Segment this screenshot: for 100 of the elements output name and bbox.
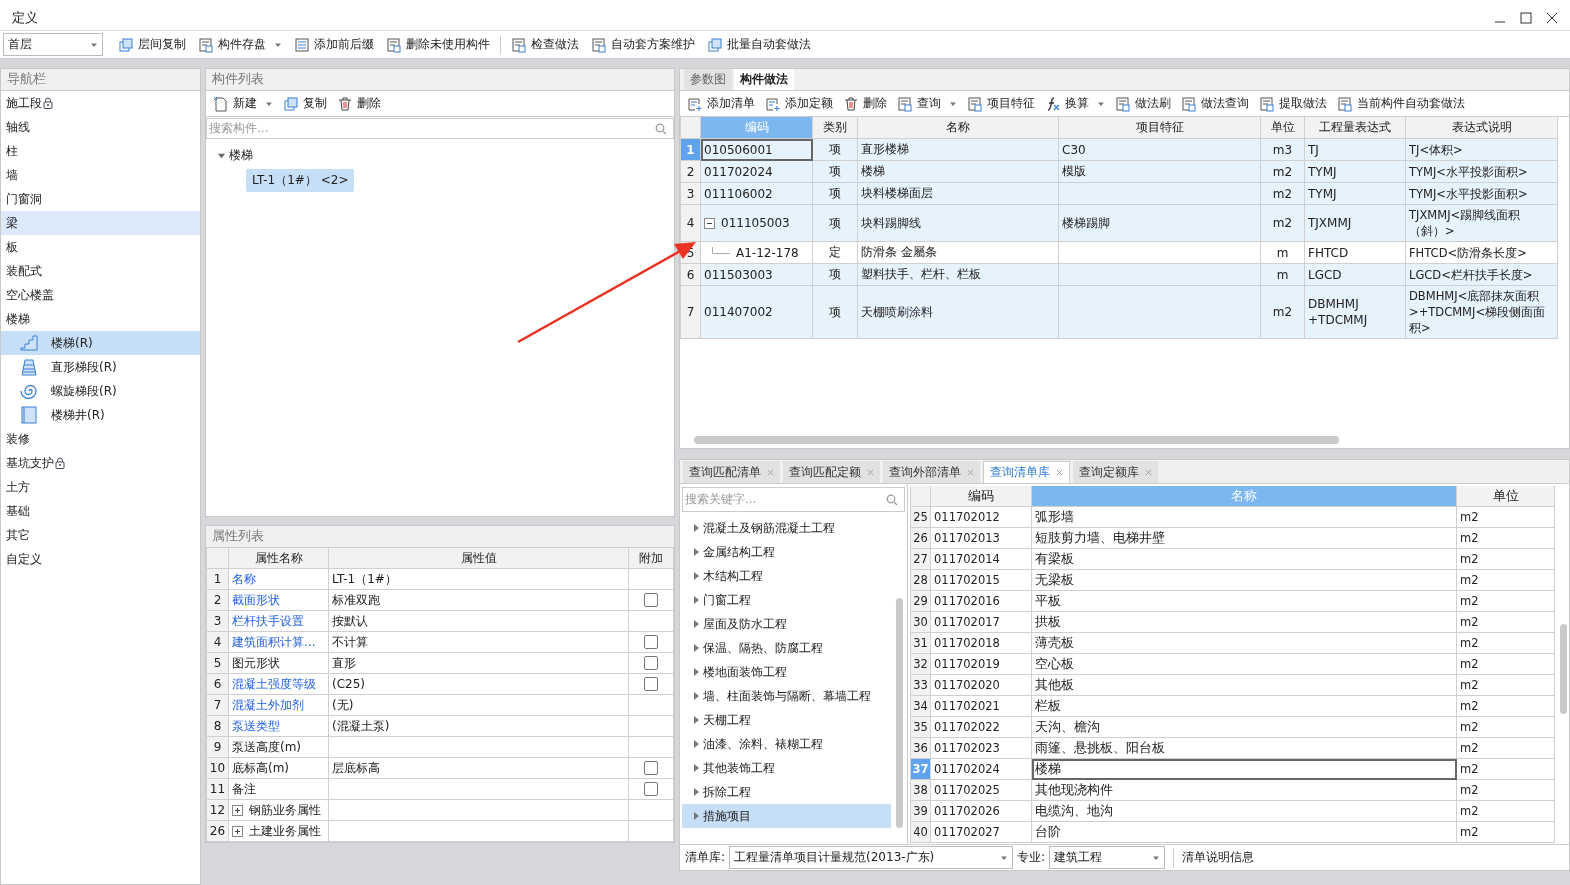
- checkbox[interactable]: [644, 656, 658, 670]
- category-item[interactable]: 墙、柱面装饰与隔断、幕墙工程: [682, 684, 891, 708]
- category-item[interactable]: 屋面及防水工程: [682, 612, 891, 636]
- toolbar-button[interactable]: 自动套方案维护: [586, 32, 700, 57]
- row-number[interactable]: 32: [911, 654, 931, 675]
- row-number[interactable]: 29: [911, 591, 931, 612]
- row-number[interactable]: 28: [911, 570, 931, 591]
- row-number[interactable]: 7: [681, 286, 701, 339]
- nav-subitem[interactable]: 螺旋梯段(R): [1, 379, 200, 403]
- toolbar-button[interactable]: 添加清单: [682, 91, 760, 116]
- scrollbar[interactable]: [896, 598, 903, 828]
- category-item[interactable]: 混凝土及钢筋混凝土工程: [682, 516, 891, 540]
- toolbar-button[interactable]: 复制: [278, 91, 332, 116]
- toolbar-button[interactable]: 做法刷: [1110, 91, 1176, 116]
- toolbar-button[interactable]: 做法查询: [1176, 91, 1254, 116]
- tab[interactable]: 查询清单库: [983, 461, 1070, 483]
- toolbar-button[interactable]: 检查做法: [506, 32, 584, 57]
- tab[interactable]: 查询定额库: [1073, 461, 1158, 483]
- category-item[interactable]: 木结构工程: [682, 564, 891, 588]
- column-header[interactable]: 类别: [813, 117, 858, 139]
- checkbox[interactable]: [644, 635, 658, 649]
- nav-item[interactable]: 梁: [1, 211, 200, 235]
- tab[interactable]: 参数图: [684, 69, 732, 90]
- row-number[interactable]: 31: [911, 633, 931, 654]
- expand-triangle-icon[interactable]: [694, 668, 699, 676]
- expand-triangle-icon[interactable]: [694, 524, 699, 532]
- category-item[interactable]: 金属结构工程: [682, 540, 891, 564]
- expand-triangle-icon[interactable]: [694, 548, 699, 556]
- toolbar-button[interactable]: 删除: [332, 91, 386, 116]
- row-number[interactable]: 30: [911, 612, 931, 633]
- toolbar-button[interactable]: 项目特征: [962, 91, 1040, 116]
- nav-item[interactable]: 门窗洞: [1, 187, 200, 211]
- toolbar-button[interactable]: 提取做法: [1254, 91, 1332, 116]
- category-item[interactable]: 拆除工程: [682, 780, 891, 804]
- expand-icon[interactable]: [232, 825, 243, 837]
- maximize-icon[interactable]: [1520, 11, 1532, 24]
- nav-item[interactable]: 其它: [1, 523, 200, 547]
- toolbar-button[interactable]: 添加定额: [760, 91, 838, 116]
- row-number[interactable]: 25: [911, 507, 931, 528]
- column-header[interactable]: 单位: [1261, 117, 1305, 139]
- expand-icon[interactable]: [232, 804, 243, 816]
- toolbar-button[interactable]: 删除未使用构件: [381, 32, 495, 57]
- expand-triangle-icon[interactable]: [694, 596, 699, 604]
- row-number[interactable]: 35: [911, 717, 931, 738]
- row-number[interactable]: 39: [911, 801, 931, 822]
- expand-triangle-icon[interactable]: [694, 620, 699, 628]
- row-number[interactable]: 4: [681, 205, 701, 242]
- category-item[interactable]: 门窗工程: [682, 588, 891, 612]
- row-number[interactable]: 6: [681, 264, 701, 286]
- scrollbar[interactable]: [694, 436, 1339, 444]
- expand-triangle-icon[interactable]: [694, 764, 699, 772]
- nav-item[interactable]: 基坑支护: [1, 451, 200, 475]
- checkbox[interactable]: [644, 782, 658, 796]
- nav-subitem[interactable]: 楼梯(R): [1, 331, 200, 355]
- nav-item[interactable]: 轴线: [1, 115, 200, 139]
- nav-subitem[interactable]: 楼梯井(R): [1, 403, 200, 427]
- toolbar-button[interactable]: 批量自动套做法: [702, 32, 816, 57]
- nav-subitem[interactable]: 直形梯段(R): [1, 355, 200, 379]
- nav-item[interactable]: 施工段: [1, 91, 200, 115]
- row-number[interactable]: 3: [681, 183, 701, 205]
- toolbar-button[interactable]: 添加前后缀: [289, 32, 379, 57]
- row-number[interactable]: 27: [911, 549, 931, 570]
- toolbar-button[interactable]: 换算: [1040, 91, 1110, 116]
- library-dropdown[interactable]: 工程量清单项目计量规范(2013-广东): [729, 846, 1014, 869]
- row-number[interactable]: 34: [911, 696, 931, 717]
- expand-triangle-icon[interactable]: [694, 788, 699, 796]
- nav-item[interactable]: 基础: [1, 499, 200, 523]
- category-item[interactable]: 其他装饰工程: [682, 756, 891, 780]
- expand-triangle-icon[interactable]: [694, 740, 699, 748]
- column-header[interactable]: 工程量表达式: [1305, 117, 1406, 139]
- expand-triangle-icon[interactable]: [694, 572, 699, 580]
- tab[interactable]: 查询外部清单: [883, 461, 980, 483]
- collapse-icon[interactable]: [704, 217, 715, 229]
- column-header[interactable]: 项目特征: [1059, 117, 1261, 139]
- nav-item[interactable]: 板: [1, 235, 200, 259]
- toolbar-button[interactable]: 新建: [208, 91, 278, 116]
- toolbar-button[interactable]: 删除: [838, 91, 892, 116]
- row-number[interactable]: 38: [911, 780, 931, 801]
- specialty-dropdown[interactable]: 建筑工程: [1049, 846, 1166, 869]
- nav-item[interactable]: 土方: [1, 475, 200, 499]
- scrollbar[interactable]: [1560, 624, 1567, 714]
- checkbox[interactable]: [644, 761, 658, 775]
- checkbox[interactable]: [644, 677, 658, 691]
- expand-triangle-icon[interactable]: [694, 644, 699, 652]
- tree-node[interactable]: 楼梯: [218, 144, 662, 166]
- nav-item[interactable]: 空心楼盖: [1, 283, 200, 307]
- tab[interactable]: 查询匹配定额: [783, 461, 880, 483]
- nav-item[interactable]: 装修: [1, 427, 200, 451]
- floor-dropdown[interactable]: 首层: [3, 33, 103, 56]
- tree-item[interactable]: LT-1（1#） <2>: [246, 169, 355, 192]
- toolbar-button[interactable]: 查询: [892, 91, 962, 116]
- row-number[interactable]: 2: [681, 161, 701, 183]
- row-number[interactable]: 36: [911, 738, 931, 759]
- category-item[interactable]: 楼地面装饰工程: [682, 660, 891, 684]
- checkbox[interactable]: [644, 593, 658, 607]
- column-header[interactable]: 表达式说明: [1406, 117, 1558, 139]
- toolbar-button[interactable]: 层间复制: [113, 32, 191, 57]
- column-header[interactable]: 编码: [931, 486, 1032, 507]
- expand-triangle-icon[interactable]: [218, 151, 225, 159]
- tab[interactable]: 查询匹配清单: [683, 461, 780, 483]
